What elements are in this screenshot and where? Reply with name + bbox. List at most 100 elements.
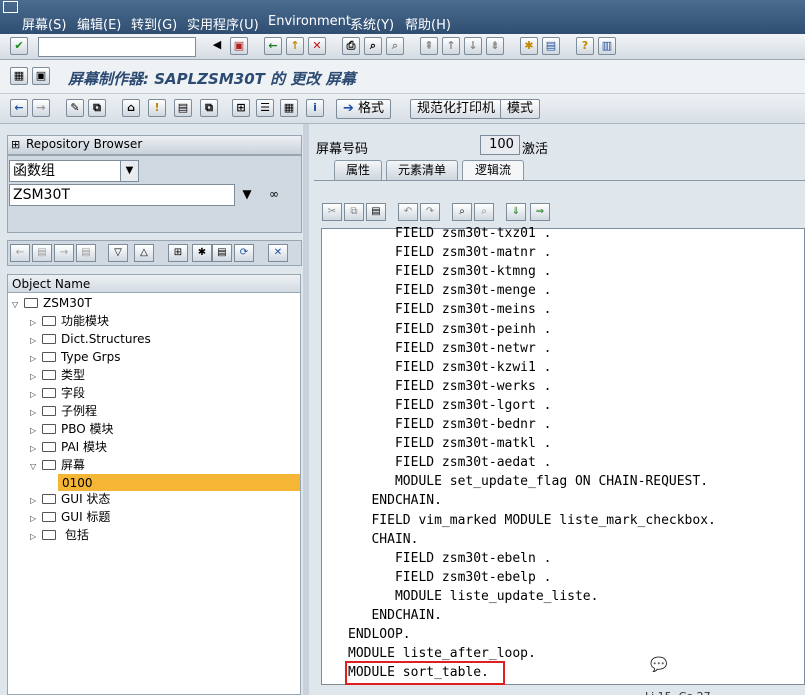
collapse-icon[interactable]: ◀ xyxy=(208,37,226,55)
tree-node-gui-title[interactable]: ▷ GUI 标题 xyxy=(30,508,110,526)
menu-environment[interactable]: Environment xyxy=(268,14,351,29)
active-inactive-icon[interactable]: ⧉ xyxy=(88,99,106,117)
highlight-box xyxy=(345,661,505,685)
chevron-down-icon[interactable]: ▼ xyxy=(120,161,138,181)
menu-edit[interactable]: 编辑(E) xyxy=(77,14,121,33)
tree-node-type-groups[interactable]: ▷ Type Grps xyxy=(30,348,120,366)
hierarchy-icon[interactable]: ⊞ xyxy=(232,99,250,117)
save-icon[interactable]: ▣ xyxy=(230,37,248,55)
tree-node-root[interactable]: ▽ ZSM30T xyxy=(12,294,92,312)
cancel-icon[interactable]: ✕ xyxy=(308,37,326,55)
menu-utilities[interactable]: 实用程序(U) xyxy=(187,14,259,33)
folder-icon xyxy=(42,442,56,452)
back-arrow-icon[interactable]: ← xyxy=(10,99,28,117)
code-line: FIELD zsm30t-aedat . xyxy=(348,455,552,471)
menu-screen[interactable]: 屏幕(S) xyxy=(22,14,66,33)
pattern-icon[interactable]: ⇒ xyxy=(530,203,550,221)
copy-icon[interactable]: ⧉ xyxy=(344,203,364,221)
dropdown-arrow-icon[interactable]: ▼ xyxy=(237,186,257,204)
activate-icon[interactable]: ! xyxy=(148,99,166,117)
menu-goto[interactable]: 转到(G) xyxy=(131,14,177,33)
system-menu-icon[interactable] xyxy=(3,1,18,13)
redo-icon[interactable]: ↷ xyxy=(420,203,440,221)
tab-flow-logic[interactable]: 逻辑流 xyxy=(462,160,524,181)
refresh-icon[interactable]: ⟳ xyxy=(234,244,254,262)
expand-all-icon[interactable]: ▽ xyxy=(108,244,128,262)
tree-node-function-modules[interactable]: ▷ 功能模块 xyxy=(30,312,109,330)
tree-forward-icon[interactable]: → xyxy=(54,244,74,262)
hierarchy-up-icon[interactable]: ⊞ xyxy=(168,244,188,262)
display-change-icon[interactable]: ▣ xyxy=(32,67,50,85)
undo-icon[interactable]: ↶ xyxy=(398,203,418,221)
shortcut-icon[interactable]: ▤ xyxy=(542,37,560,55)
test-icon[interactable]: ▤ xyxy=(174,99,192,117)
selected-row-highlight xyxy=(58,474,300,491)
page-title: 屏幕制作器: SAPLZSM30T 的 更改 屏幕 xyxy=(68,70,356,88)
where-used-icon[interactable]: ⧉ xyxy=(200,99,218,117)
tree-node-gui-status[interactable]: ▷ GUI 状态 xyxy=(30,490,110,508)
tree-node-types[interactable]: ▷ 类型 xyxy=(30,366,85,384)
last-page-icon[interactable]: ⇟ xyxy=(486,37,504,55)
menu-system[interactable]: 系统(Y) xyxy=(350,14,394,33)
layout-menu-icon[interactable]: ▥ xyxy=(598,37,616,55)
next-page-icon[interactable]: ↓ xyxy=(464,37,482,55)
enter-icon[interactable]: ✔ xyxy=(10,37,28,55)
command-field[interactable] xyxy=(38,37,196,57)
search-next-icon[interactable]: ⌕ xyxy=(474,203,494,221)
status-text: 激活 xyxy=(522,142,549,157)
display-glasses-icon[interactable]: ∞ xyxy=(264,186,284,204)
code-line: FIELD zsm30t-lgort . xyxy=(348,397,552,413)
tree-node-fields[interactable]: ▷ 字段 xyxy=(30,384,85,402)
dictionary-fields-icon[interactable]: ▦ xyxy=(280,99,298,117)
tree-column-header: Object Name xyxy=(8,275,300,293)
pretty-printer-button[interactable]: 规范化打印机 xyxy=(410,99,503,119)
display-change-toggle-icon[interactable]: ✎ xyxy=(66,99,84,117)
info-icon[interactable]: i xyxy=(306,99,324,117)
screen-number-label: 屏幕号码 xyxy=(316,142,369,157)
paste-icon[interactable]: ▤ xyxy=(366,203,386,221)
tree-node-subroutines[interactable]: ▷ 子例程 xyxy=(30,402,97,420)
format-button[interactable]: ➔ 格式 xyxy=(336,99,392,119)
find-next-icon[interactable]: ⌕ xyxy=(386,37,404,55)
folder-icon xyxy=(42,512,56,522)
find-icon[interactable]: ⌕ xyxy=(364,37,382,55)
object-name-field[interactable]: ZSM30T xyxy=(9,184,235,206)
menu-bar: 屏幕(S) 编辑(E) 转到(G) 实用程序(U) Environment 系统… xyxy=(0,0,805,34)
tree-node-includes[interactable]: ▷ 包括 xyxy=(30,526,89,544)
cut-icon[interactable]: ✂ xyxy=(322,203,342,221)
print-icon[interactable]: ⎙ xyxy=(342,37,360,55)
tree-back-list-icon[interactable]: ▤ xyxy=(32,244,52,262)
object-list-icon[interactable]: ▤ xyxy=(212,244,232,262)
new-object-icon[interactable]: ✱ xyxy=(192,244,212,262)
layout-icon[interactable]: ☰ xyxy=(256,99,274,117)
tab-attributes[interactable]: 属性 xyxy=(334,160,382,180)
folder-icon xyxy=(42,530,56,540)
menu-help[interactable]: 帮助(H) xyxy=(405,14,451,33)
close-icon[interactable]: ✕ xyxy=(268,244,288,262)
collapse-all-icon[interactable]: △ xyxy=(134,244,154,262)
help-icon[interactable]: ? xyxy=(576,37,594,55)
other-object-icon[interactable]: ▦ xyxy=(10,67,28,85)
insert-line-icon[interactable]: ⇓ xyxy=(506,203,526,221)
tree-node-screens[interactable]: ▽ 屏幕 xyxy=(30,456,85,474)
wechat-icon: 💬 xyxy=(650,657,668,673)
mode-button[interactable]: 模式 xyxy=(500,99,541,119)
object-type-select[interactable]: 函数组 ▼ xyxy=(9,160,139,182)
tab-element-list[interactable]: 元素清单 xyxy=(386,160,458,180)
tree-forward-list-icon[interactable]: ▤ xyxy=(76,244,96,262)
tree-back-icon[interactable]: ← xyxy=(10,244,30,262)
exit-icon[interactable]: ↑ xyxy=(286,37,304,55)
first-page-icon[interactable]: ⇞ xyxy=(420,37,438,55)
prev-page-icon[interactable]: ↑ xyxy=(442,37,460,55)
search-icon[interactable]: ⌕ xyxy=(452,203,472,221)
forward-arrow-icon[interactable]: → xyxy=(32,99,50,117)
tree-node-pai-modules[interactable]: ▷ PAI 模块 xyxy=(30,438,107,456)
tree-node-dict-structures[interactable]: ▷ Dict.Structures xyxy=(30,330,151,348)
back-icon[interactable]: ← xyxy=(264,37,282,55)
tree-node-pbo-modules[interactable]: ▷ PBO 模块 xyxy=(30,420,114,438)
code-line: MODULE set_update_flag ON CHAIN-REQUEST. xyxy=(348,474,709,490)
folder-icon xyxy=(42,406,56,416)
new-session-icon[interactable]: ✱ xyxy=(520,37,538,55)
check-icon[interactable]: ⌂ xyxy=(122,99,140,117)
folder-icon xyxy=(24,298,38,308)
